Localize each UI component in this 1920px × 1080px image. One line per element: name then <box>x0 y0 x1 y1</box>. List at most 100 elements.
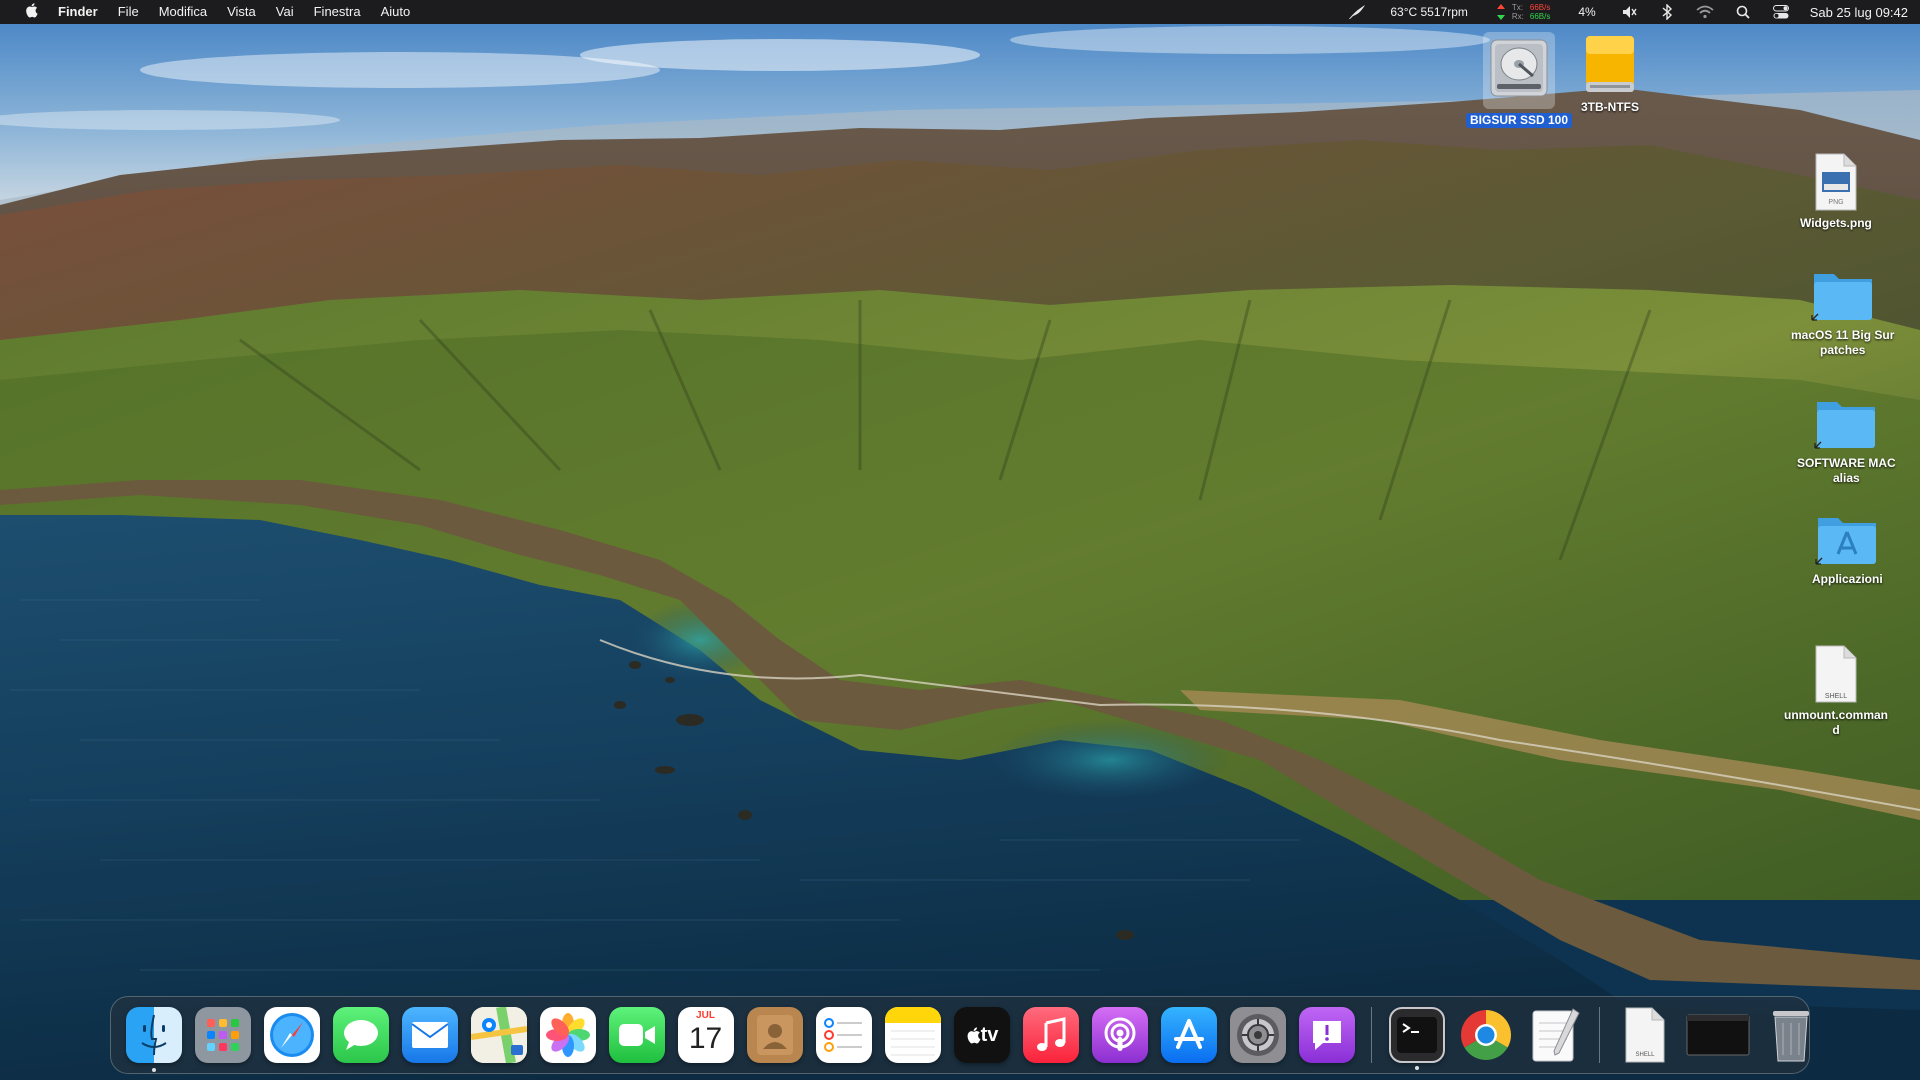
menu-bar: Finder File Modifica Vista Vai Finestra … <box>0 0 1920 24</box>
dock-separator <box>1599 1007 1600 1063</box>
tx-label: Tx: <box>1511 3 1523 12</box>
menu-bar-extras: 63°C 5517rpm Tx: Rx: 66B/s 66B/s 4% Sab … <box>1338 0 1908 24</box>
desktop-icon-applicazioni[interactable]: Applicazioni <box>1812 512 1883 587</box>
calendar-month: JUL <box>696 1010 715 1021</box>
dock-messages[interactable] <box>332 1007 389 1063</box>
dock-safari[interactable] <box>263 1007 320 1063</box>
menu-aiuto[interactable]: Aiuto <box>371 0 421 24</box>
cpu-usage[interactable]: 4% <box>1564 0 1609 24</box>
dock-reminders[interactable] <box>815 1007 872 1063</box>
desktop-icon-bigsur-ssd[interactable]: BIGSUR SSD 100 <box>1466 32 1573 128</box>
desktop-icon-bigsur-patches[interactable]: macOS 11 Big Sur patches <box>1791 268 1894 358</box>
menu-vista[interactable]: Vista <box>217 0 266 24</box>
trash-icon <box>1772 1011 1809 1062</box>
menu-finestra[interactable]: Finestra <box>304 0 371 24</box>
desktop-icon-label: SOFTWARE MAC alias <box>1797 456 1896 485</box>
dock: JUL 17 tv SHELL <box>110 996 1810 1074</box>
menu-vai[interactable]: Vai <box>266 0 304 24</box>
desktop-icon-label: macOS 11 Big Sur patches <box>1791 328 1895 357</box>
apple-logo-icon[interactable] <box>20 2 42 22</box>
shell-script-icon: SHELL <box>1815 645 1857 703</box>
safari-icon <box>269 1013 314 1057</box>
desktop-icon-software-mac-alias[interactable]: SOFTWARE MAC alias <box>1797 396 1896 486</box>
running-indicator <box>151 1068 156 1072</box>
dock-mail[interactable] <box>401 1007 458 1063</box>
dock-minimized-window[interactable] <box>1686 1007 1750 1063</box>
dock-photos[interactable] <box>539 1007 596 1063</box>
dock-finder[interactable] <box>125 1007 182 1072</box>
desktop-icon-3tb-ntfs[interactable]: 3TB-NTFS <box>1578 32 1642 115</box>
search-icon[interactable] <box>1732 0 1754 24</box>
dock-launchpad[interactable] <box>194 1007 251 1063</box>
menu-clock[interactable]: Sab 25 lug 09:42 <box>1800 5 1908 20</box>
messages-icon <box>343 1020 378 1050</box>
photos-icon <box>545 1013 590 1057</box>
desktop-icon-label: unmount.comman d <box>1784 708 1888 737</box>
desktop-icon-label: BIGSUR SSD 100 <box>1466 113 1573 128</box>
dock-app-store[interactable] <box>1160 1007 1217 1063</box>
desktop-wallpaper <box>0 0 1920 1080</box>
textedit-icon <box>1532 1008 1580 1062</box>
facetime-icon <box>618 1024 655 1046</box>
file-badge: PNG <box>1828 199 1843 206</box>
running-indicator <box>1414 1066 1419 1070</box>
file-badge: SHELL <box>1825 693 1847 700</box>
dock-notes[interactable] <box>884 1007 941 1063</box>
dock-contacts[interactable] <box>746 1007 803 1063</box>
control-center-icon[interactable] <box>1770 0 1792 24</box>
rx-label: Rx: <box>1511 12 1524 21</box>
png-file-icon: PNG <box>1815 153 1857 211</box>
folder-alias-icon <box>1814 402 1876 449</box>
desktop-icon-widgets-png[interactable]: PNG Widgets.png <box>1800 152 1872 231</box>
desktop-icon-label: 3TB-NTFS <box>1581 100 1639 114</box>
bluetooth-icon[interactable] <box>1656 0 1678 24</box>
hard-drive-icon <box>1490 39 1548 97</box>
dock-maps[interactable] <box>470 1007 527 1063</box>
network-monitor[interactable]: Tx: Rx: 66B/s 66B/s <box>1482 3 1564 21</box>
menu-bar-left: Finder File Modifica Vista Vai Finestra … <box>20 0 420 24</box>
mail-icon <box>410 1022 449 1048</box>
desktop-icon-label: Widgets.png <box>1800 216 1872 230</box>
menu-file[interactable]: File <box>108 0 149 24</box>
menu-app-finder[interactable]: Finder <box>56 0 108 24</box>
app-store-icon <box>1173 1019 1204 1049</box>
dock-system-preferences[interactable] <box>1229 1007 1286 1063</box>
dock-textedit[interactable] <box>1527 1007 1583 1063</box>
dock-trash[interactable] <box>1763 1007 1819 1063</box>
notes-icon <box>884 1007 941 1056</box>
launchpad-icon <box>206 1019 239 1051</box>
desktop-icon-unmount-command[interactable]: SHELL unmount.comman d <box>1784 644 1888 738</box>
external-drive-icon <box>1586 36 1634 92</box>
dock-podcasts[interactable] <box>1091 1007 1148 1063</box>
reminders-icon <box>823 1018 862 1052</box>
rx-value: 66B/s <box>1529 12 1551 21</box>
wifi-icon[interactable] <box>1694 0 1716 24</box>
feather-icon[interactable] <box>1346 0 1368 24</box>
maps-icon <box>470 1007 527 1063</box>
file-badge: SHELL <box>1635 1052 1655 1058</box>
apple-tv-label: tv <box>980 1023 999 1046</box>
terminal-icon <box>1396 1017 1437 1053</box>
applications-folder-icon <box>1815 518 1877 565</box>
dock-unmount-command[interactable]: SHELL <box>1617 1007 1673 1063</box>
dock-music[interactable] <box>1022 1007 1079 1063</box>
menu-modifica[interactable]: Modifica <box>149 0 217 24</box>
dock-terminal[interactable] <box>1388 1007 1445 1070</box>
mute-icon[interactable] <box>1618 0 1640 24</box>
selection-highlight <box>1483 32 1556 109</box>
sensor-readout[interactable]: 63°C 5517rpm <box>1376 0 1482 24</box>
network-activity-icon <box>1496 4 1505 20</box>
dock-feedback-assistant[interactable] <box>1298 1007 1355 1063</box>
desktop-icon-label: Applicazioni <box>1812 572 1883 586</box>
podcasts-icon <box>1104 1017 1135 1051</box>
dock-calendar[interactable]: JUL 17 <box>677 1007 734 1063</box>
dock-chrome[interactable] <box>1458 1007 1514 1063</box>
dock-facetime[interactable] <box>608 1007 665 1063</box>
system-preferences-icon <box>1236 1014 1279 1056</box>
finder-icon <box>140 1014 167 1056</box>
dock-separator <box>1371 1007 1372 1063</box>
chrome-icon <box>1460 1010 1511 1060</box>
window-thumbnail-icon <box>1686 1014 1749 1056</box>
dock-apple-tv[interactable]: tv <box>953 1007 1010 1063</box>
contacts-icon <box>756 1015 793 1055</box>
